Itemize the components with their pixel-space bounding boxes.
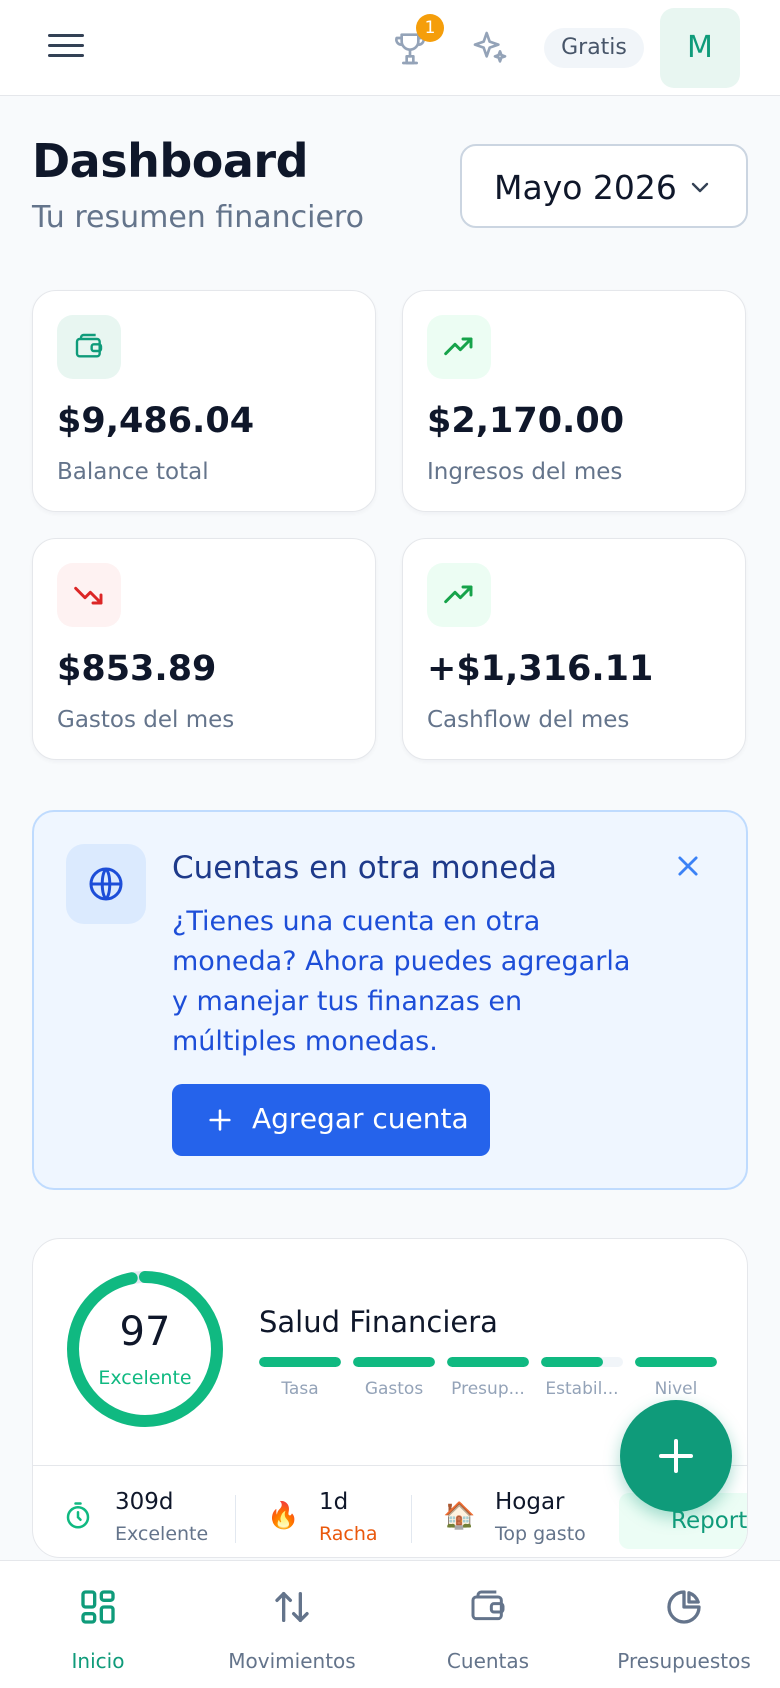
stat-card-balance[interactable]: $9,486.04 Balance total [32,290,376,512]
trending-down-icon [57,563,121,627]
dashboard-icon [81,1590,115,1624]
globe-icon [66,844,146,924]
stat-label: Cashflow del mes [427,707,630,733]
plus-icon [209,1109,231,1131]
close-icon[interactable] [674,852,702,880]
nav-label: Cuentas [446,1649,530,1673]
financial-health-card[interactable]: 97 Excelente Salud Financiera Tasa Gasto… [32,1238,748,1558]
health-bars: Tasa Gastos Presup... Estabil... Nivel [259,1357,719,1407]
metric-streak: 1d Racha [319,1489,378,1545]
stat-label: Balance total [57,459,209,485]
stat-label: Ingresos del mes [427,459,623,485]
nav-item-cuentas[interactable]: Cuentas [436,1561,540,1688]
nav-item-presupuestos[interactable]: Presupuestos [614,1561,754,1688]
nav-item-movimientos[interactable]: Movimientos [222,1561,362,1688]
plan-badge[interactable]: Gratis [544,28,644,68]
banner-title: Cuentas en otra moneda [172,850,558,886]
month-select[interactable]: Mayo 2026 [460,144,748,228]
stat-amount: $853.89 [57,649,217,689]
stat-amount: $9,486.04 [57,401,255,441]
health-score-gauge: 97 Excelente [65,1269,225,1429]
health-bar-label: Nivel [654,1379,698,1399]
notification-badge: 1 [416,14,444,42]
stat-card-income[interactable]: $2,170.00 Ingresos del mes [402,290,746,512]
add-transaction-fab[interactable] [620,1400,732,1512]
health-score: 97 [119,1309,171,1355]
health-bar-label: Gastos [364,1379,424,1399]
health-bar: Estabil... [541,1357,623,1399]
divider [411,1495,412,1543]
wallet-icon [57,315,121,379]
month-select-value: Mayo 2026 [494,168,677,207]
health-bar-label: Presup... [451,1379,525,1399]
page-subtitle: Tu resumen financiero [32,200,364,235]
pie-chart-icon [667,1590,701,1624]
health-bar: Gastos [353,1357,435,1399]
nav-label: Presupuestos [617,1649,751,1673]
menu-icon[interactable] [48,34,84,62]
stat-amount: $2,170.00 [427,401,625,441]
stat-label: Gastos del mes [57,707,235,733]
health-bar-label: Estabil... [545,1379,619,1399]
avatar[interactable]: M [660,8,740,88]
divider [235,1495,236,1543]
stat-card-cashflow[interactable]: +$1,316.11 Cashflow del mes [402,538,746,760]
trending-up-icon [427,315,491,379]
bottom-nav: Inicio Movimientos Cuentas Presupuestos [0,1560,780,1688]
metric-label: Top gasto [495,1523,586,1545]
health-bar: Presup... [447,1357,529,1399]
metric-label: Racha [319,1523,378,1545]
health-score-label: Excelente [98,1367,192,1389]
metric-label: Excelente [115,1523,209,1545]
chevron-down-icon [691,182,709,193]
plus-icon [659,1439,693,1473]
add-account-button[interactable]: Agregar cuenta [172,1084,490,1156]
wallet-icon [471,1590,505,1621]
add-account-label: Agregar cuenta [252,1102,469,1135]
fire-icon: 🔥 [267,1501,300,1531]
metric-top-expense: Hogar Top gasto [495,1489,586,1545]
multi-currency-banner: Cuentas en otra moneda ¿Tienes una cuent… [32,810,748,1190]
timer-icon [66,1502,90,1529]
stat-amount: +$1,316.11 [427,649,654,689]
metric-value: Hogar [495,1489,565,1515]
stat-card-expenses[interactable]: $853.89 Gastos del mes [32,538,376,760]
health-bar: Tasa [259,1357,341,1399]
arrows-up-down-icon [275,1592,309,1622]
nav-label: Inicio [71,1649,125,1673]
banner-text: ¿Tienes una cuenta en otra moneda? Ahora… [172,906,631,1057]
metric-value: 309d [115,1489,174,1515]
metric-runway: 309d Excelente [115,1489,208,1545]
trending-up-icon [427,563,491,627]
health-title: Salud Financiera [259,1305,498,1339]
metric-value: 1d [319,1489,349,1515]
health-bar: Nivel [635,1357,717,1399]
page-title: Dashboard [32,134,309,188]
sparkles-icon[interactable] [470,28,510,68]
nav-label: Movimientos [228,1649,356,1673]
house-icon: 🏠 [443,1501,476,1531]
nav-item-inicio[interactable]: Inicio [48,1561,148,1688]
top-bar: 1 Gratis M [0,0,780,96]
health-bar-label: Tasa [281,1379,319,1399]
